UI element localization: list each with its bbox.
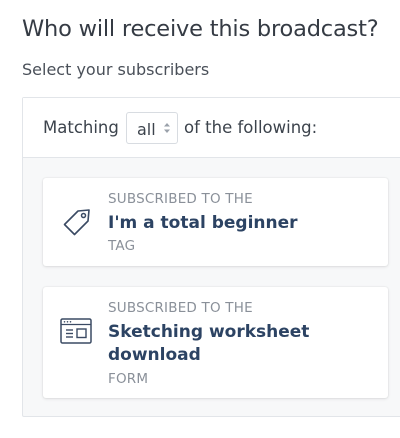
condition-card-form[interactable]: SUBSCRIBED TO THE Sketching worksheet do… bbox=[43, 287, 388, 398]
condition-type: TAG bbox=[108, 238, 136, 254]
filter-header: Matching all of the following: bbox=[23, 98, 400, 158]
select-arrows-icon bbox=[164, 123, 170, 133]
following-label: of the following: bbox=[184, 118, 318, 137]
match-mode-select[interactable]: all bbox=[126, 112, 178, 144]
condition-type: FORM bbox=[108, 371, 149, 387]
matching-label: Matching bbox=[43, 118, 119, 137]
condition-name: Sketching worksheet download bbox=[108, 322, 310, 365]
condition-qualifier: SUBSCRIBED TO THE bbox=[108, 300, 253, 316]
tag-icon bbox=[63, 209, 90, 236]
form-icon bbox=[60, 318, 92, 344]
condition-card-tag[interactable]: SUBSCRIBED TO THE I'm a total beginner T… bbox=[43, 178, 388, 266]
subscriber-filter-panel: Matching all of the following: SUBSCRIBE… bbox=[22, 97, 400, 417]
page-title: Who will receive this broadcast? bbox=[22, 16, 379, 42]
match-mode-value: all bbox=[137, 120, 156, 139]
condition-name: I'm a total beginner bbox=[108, 213, 298, 233]
page-subtitle: Select your subscribers bbox=[22, 60, 210, 79]
condition-qualifier: SUBSCRIBED TO THE bbox=[108, 191, 253, 207]
